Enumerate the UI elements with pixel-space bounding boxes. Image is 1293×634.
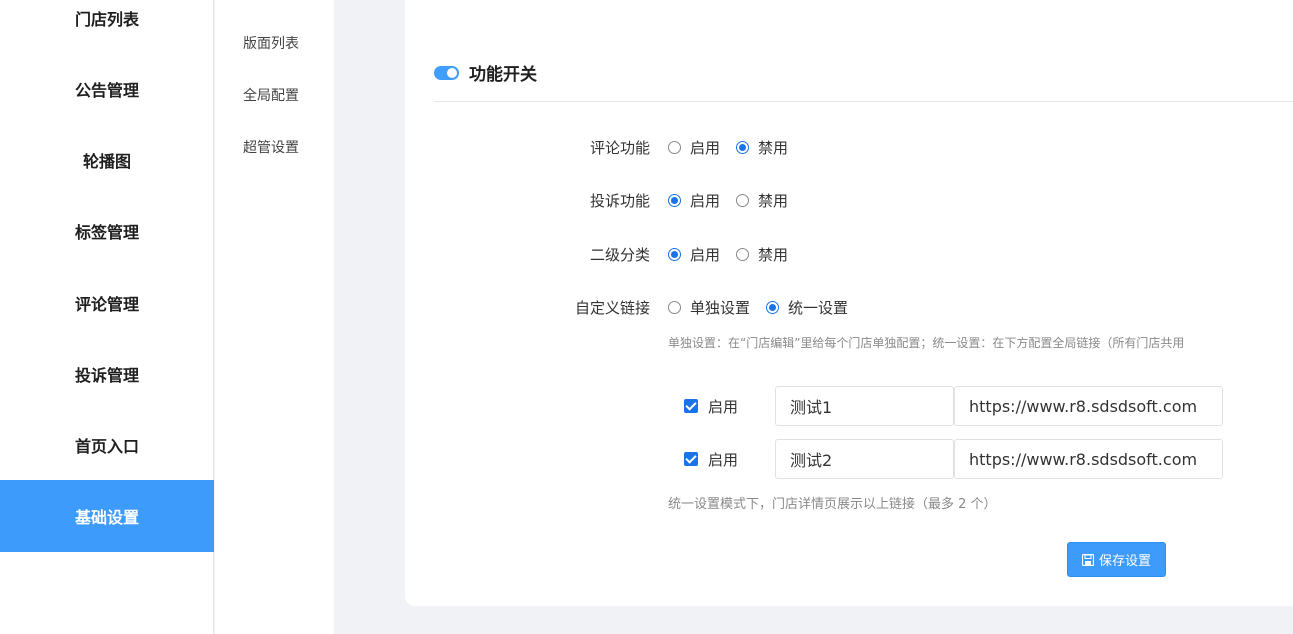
link-url-input[interactable]: https://www.r8.sdsdsoft.com: [954, 386, 1223, 426]
radio-checked-icon: [668, 247, 681, 261]
comment-enable-radio[interactable]: 启用: [668, 137, 720, 158]
comment-setting-label: 评论功能: [589, 138, 650, 157]
link-name-input[interactable]: 测试2: [775, 439, 954, 479]
links-limit-hint: 统一设置模式下，门店详情页展示以上链接（最多 2 个）: [668, 497, 997, 512]
radio-unchecked-icon: [668, 300, 681, 314]
comment-setting-row: 评论功能 启用 禁用: [0, 135, 1293, 159]
radio-label: 启用: [690, 191, 721, 210]
subcategory-setting-label: 二级分类: [589, 245, 650, 264]
sidebar-item-complaints[interactable]: 投诉管理: [0, 338, 214, 410]
submenu-item-layout-list[interactable]: 版面列表: [243, 33, 299, 53]
custom-link-unified-radio[interactable]: 统一设置: [766, 297, 848, 318]
comment-disable-radio[interactable]: 禁用: [736, 137, 788, 158]
section-title: 功能开关: [469, 65, 537, 85]
section-divider: [434, 101, 1293, 102]
checkbox-checked-icon[interactable]: [684, 452, 698, 466]
complaint-setting-label: 投诉功能: [589, 191, 650, 210]
save-button[interactable]: 保存设置: [1067, 542, 1166, 577]
radio-label: 禁用: [758, 191, 789, 210]
save-icon: [1081, 553, 1094, 566]
sidebar-item-basic-settings[interactable]: 基础设置: [0, 480, 214, 552]
radio-checked-icon: [668, 193, 681, 207]
sidebar-item-home-entry[interactable]: 首页入口: [0, 409, 214, 481]
radio-label: 统一设置: [788, 298, 849, 317]
link-mode-hint: 单独设置：在“门店编辑”里给每个门店单独配置；统一设置：在下方配置全局链接（所有…: [668, 336, 1185, 350]
comment-radio-group: 启用 禁用: [668, 137, 804, 158]
link-enable-label: 启用: [708, 397, 739, 416]
custom-link-radio-group: 单独设置 统一设置: [668, 297, 864, 318]
radio-label: 禁用: [758, 245, 789, 264]
link-url-input[interactable]: https://www.r8.sdsdsoft.com: [954, 439, 1223, 479]
save-button-label: 保存设置: [1098, 554, 1151, 569]
radio-unchecked-icon: [668, 140, 681, 154]
subcategory-disable-radio[interactable]: 禁用: [736, 244, 788, 265]
complaint-setting-row: 投诉功能 启用 禁用: [0, 188, 1293, 212]
custom-link-setting-row: 自定义链接 单独设置 统一设置: [0, 295, 1293, 319]
submenu-item-global-config[interactable]: 全局配置: [243, 85, 299, 105]
custom-link-single-radio[interactable]: 单独设置: [668, 297, 750, 318]
radio-label: 禁用: [758, 138, 789, 157]
radio-checked-icon: [736, 140, 750, 154]
subcategory-setting-row: 二级分类 启用 禁用: [0, 242, 1293, 266]
radio-label: 单独设置: [690, 298, 751, 317]
section-header: 功能开关: [434, 60, 537, 85]
custom-link-setting-label: 自定义链接: [574, 298, 650, 317]
radio-label: 启用: [690, 245, 721, 264]
checkbox-checked-icon[interactable]: [684, 399, 698, 413]
link-row-2: 启用: [684, 439, 738, 479]
link-name-input[interactable]: 测试1: [775, 386, 954, 426]
sidebar-item-announcements[interactable]: 公告管理: [0, 53, 214, 125]
radio-unchecked-icon: [736, 193, 750, 207]
section-toggle-icon[interactable]: [434, 65, 459, 80]
sidebar-item-store-list[interactable]: 门店列表: [0, 0, 214, 54]
radio-checked-icon: [766, 300, 780, 314]
radio-label: 启用: [690, 138, 721, 157]
complaint-radio-group: 启用 禁用: [668, 190, 804, 211]
subcategory-radio-group: 启用 禁用: [668, 244, 804, 265]
complaint-enable-radio[interactable]: 启用: [668, 190, 720, 211]
complaint-disable-radio[interactable]: 禁用: [736, 190, 788, 211]
link-row-1: 启用: [684, 386, 738, 426]
subcategory-enable-radio[interactable]: 启用: [668, 244, 720, 265]
radio-unchecked-icon: [736, 247, 750, 261]
link-enable-label: 启用: [708, 450, 739, 469]
